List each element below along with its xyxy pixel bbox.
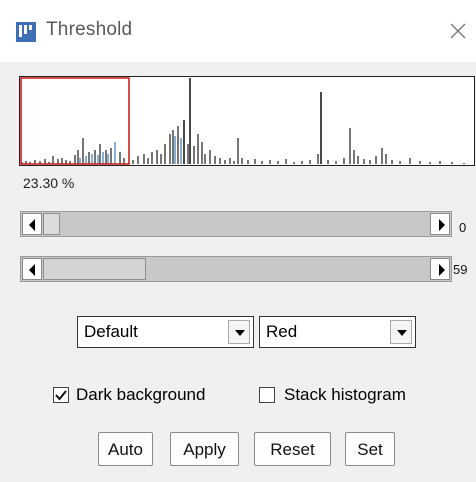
chevron-down-icon <box>235 330 245 336</box>
display-mode-select[interactable]: Red <box>259 316 416 348</box>
upper-slider-thumb[interactable] <box>43 258 146 280</box>
dark-background-label: Dark background <box>76 385 206 404</box>
checkmark-icon <box>55 390 67 401</box>
histogram-bars <box>20 77 465 165</box>
arrow-left-icon <box>29 219 35 231</box>
lower-slider-right-arrow[interactable] <box>430 213 450 235</box>
close-icon[interactable] <box>444 16 472 46</box>
upper-threshold-slider[interactable] <box>20 256 452 282</box>
stack-histogram-label: Stack histogram <box>284 385 406 404</box>
arrow-left-icon <box>29 264 35 276</box>
set-button[interactable]: Set <box>345 432 395 466</box>
title-bar: Threshold <box>0 0 476 62</box>
chevron-down-icon <box>397 330 407 336</box>
arrow-right-icon <box>439 264 445 276</box>
histogram-plot <box>19 76 475 166</box>
display-mode-select-value: Red <box>266 322 298 341</box>
apply-button[interactable]: Apply <box>170 432 239 466</box>
lower-threshold-value: 0 <box>459 220 467 235</box>
dark-background-checkbox[interactable] <box>53 387 69 403</box>
dark-background-option[interactable]: Dark background <box>53 383 253 407</box>
threshold-percent: 23.30 % <box>23 175 75 191</box>
reset-button[interactable]: Reset <box>254 432 331 466</box>
imagej-icon <box>16 22 36 42</box>
auto-button[interactable]: Auto <box>98 432 153 466</box>
upper-threshold-value: 59 <box>453 262 468 277</box>
lower-slider-thumb[interactable] <box>43 213 60 235</box>
threshold-selection-box <box>20 77 130 165</box>
stack-histogram-checkbox[interactable] <box>259 387 275 403</box>
arrow-right-icon <box>439 219 445 231</box>
method-dropdown-button[interactable] <box>228 320 250 344</box>
method-select-value: Default <box>84 322 138 341</box>
display-mode-dropdown-button[interactable] <box>390 320 412 344</box>
lower-slider-left-arrow[interactable] <box>22 213 42 235</box>
stack-histogram-option[interactable]: Stack histogram <box>259 383 449 407</box>
lower-threshold-slider[interactable] <box>20 211 452 237</box>
upper-slider-right-arrow[interactable] <box>430 258 450 280</box>
window-title: Threshold <box>46 19 133 40</box>
upper-slider-left-arrow[interactable] <box>22 258 42 280</box>
method-select[interactable]: Default <box>77 316 254 348</box>
